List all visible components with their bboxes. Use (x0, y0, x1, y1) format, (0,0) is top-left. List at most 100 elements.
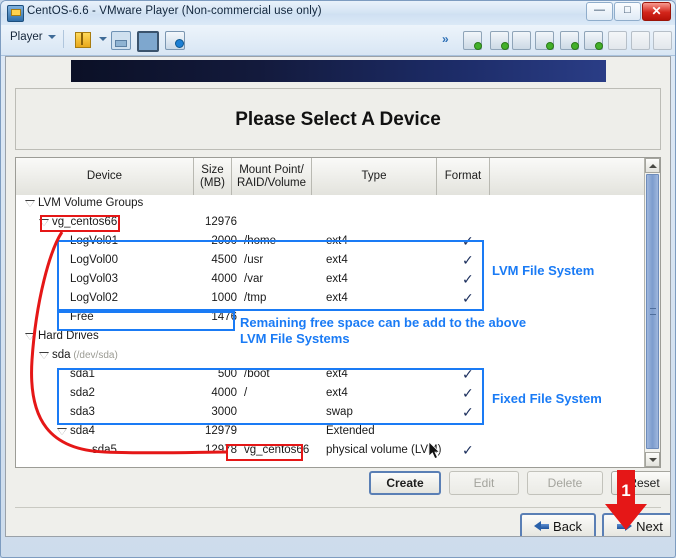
expander-triangle-icon[interactable] (38, 219, 49, 226)
removable-devices-icon[interactable] (463, 31, 482, 50)
floppy-icon[interactable] (512, 31, 531, 50)
cell-format-check-icon: ✓ (462, 366, 474, 382)
column-header-mount-line2: RAID/Volume (236, 176, 307, 189)
column-header-size[interactable]: Size (MB) (194, 158, 232, 195)
table-row[interactable]: vg_centos66 12976 (16, 214, 644, 233)
delete-button-label: Delete (547, 476, 583, 490)
step-marker-number: 1 (621, 481, 630, 500)
back-button[interactable]: Back (520, 513, 596, 536)
network-adapter-icon[interactable] (535, 31, 554, 50)
minimize-icon: — (594, 4, 605, 16)
cell-format-check-icon: ✓ (462, 442, 474, 458)
installer-header-panel: Please Select A Device (15, 88, 661, 150)
cell-device: sda5 (92, 444, 117, 456)
pause-icon[interactable] (75, 32, 91, 48)
shared-folders-icon[interactable] (631, 31, 650, 50)
window-titlebar: CentOS-6.6 - VMware Player (Non-commerci… (1, 1, 675, 26)
back-button-label: Back (553, 519, 582, 534)
create-button-label: Create (386, 476, 424, 490)
fullscreen-icon[interactable] (137, 31, 159, 52)
chevrons-right-icon[interactable]: » (442, 32, 449, 46)
table-row[interactable]: LogVol01 2000/home ext4 ✓ (16, 233, 644, 252)
expander-triangle-icon[interactable] (56, 428, 67, 435)
table-row[interactable]: sda5 12978 vg_centos66 physical volume (LVM… (16, 442, 644, 461)
cd-dvd-icon[interactable] (490, 31, 509, 50)
annotation-step-marker-1: 1 (605, 470, 647, 530)
cell-size: 4000 (211, 273, 237, 285)
cell-device: LogVol00 (70, 254, 118, 266)
toolbar-separator (63, 30, 64, 48)
printer-icon[interactable] (560, 31, 579, 50)
column-header-device-label: Device (86, 170, 123, 183)
cell-size: 12976 (205, 216, 237, 228)
cell-size: 4000 (211, 387, 237, 399)
display-icon[interactable] (608, 31, 627, 50)
cell-type: ext4 (326, 235, 348, 247)
cell-device: LogVol01 (70, 235, 118, 247)
cell-device: sda3 (70, 406, 95, 418)
cell-type: physical volume (LVM) (326, 444, 442, 456)
cell-size: 1000 (211, 292, 237, 304)
table-scrollbar[interactable] (644, 158, 660, 467)
column-header-spacer (490, 158, 664, 195)
column-header-type[interactable]: Type (312, 158, 437, 195)
usb-controller-icon[interactable] (584, 31, 603, 50)
scroll-down-button[interactable] (645, 452, 660, 467)
cell-device: LogVol03 (70, 273, 118, 285)
cell-mount-point: /usr (244, 254, 264, 266)
player-menu-button[interactable]: Player (10, 31, 56, 43)
cell-format-check-icon: ✓ (462, 404, 474, 420)
mouse-cursor (429, 442, 441, 459)
cell-size: 2000 (211, 235, 237, 247)
column-header-mount-line1: Mount Point/ (239, 164, 304, 176)
column-header-format-label: Format (444, 170, 482, 183)
annotation-free-space-note-line1: Remaining free space can be add to the a… (240, 315, 527, 330)
table-row[interactable]: LVM Volume Groups (16, 195, 644, 214)
arrow-down-icon (649, 458, 657, 462)
table-row[interactable]: sda3 3000 swap ✓ (16, 404, 644, 423)
cell-device: LVM Volume Groups (38, 197, 144, 209)
cell-type: ext4 (326, 273, 348, 285)
cell-format-check-icon: ✓ (462, 252, 474, 268)
column-header-type-label: Type (361, 170, 387, 183)
column-header-format[interactable]: Format (437, 158, 490, 195)
vmware-toolbar: Player » (1, 25, 675, 56)
scroll-up-button[interactable] (645, 158, 660, 173)
minimize-button[interactable]: — (586, 2, 613, 21)
cell-device: vg_centos66 (52, 216, 118, 228)
partition-action-buttons: Create Edit Delete Reset (15, 471, 670, 501)
close-button[interactable]: ✕ (642, 2, 671, 21)
footer-divider (15, 507, 661, 508)
page-title: Please Select A Device (235, 109, 441, 130)
expander-triangle-icon[interactable] (24, 333, 35, 340)
cell-device: sda (/dev/sda) (52, 349, 118, 361)
expander-triangle-icon[interactable] (38, 352, 49, 359)
table-row[interactable]: LogVol02 1000/tmp ext4 ✓ (16, 290, 644, 309)
table-row[interactable]: sda (/dev/sda) (16, 347, 644, 366)
table-row[interactable]: sda1 500/boot ext4 ✓ (16, 366, 644, 385)
cell-device: sda2 (70, 387, 95, 399)
cell-size: 12978 (205, 444, 237, 456)
pause-dropdown-chevron-icon[interactable] (99, 37, 107, 41)
cell-mount-point: /home (244, 235, 276, 247)
cell-device: sda1 (70, 368, 95, 380)
installer-banner (71, 60, 606, 82)
cell-type: Extended (326, 425, 375, 437)
unity-icon[interactable] (111, 31, 131, 50)
annotation-lvm-file-system: LVM File System (492, 263, 595, 278)
column-header-device[interactable]: Device (16, 158, 194, 195)
edit-button-label: Edit (473, 476, 495, 490)
arrow-up-icon (649, 164, 657, 168)
create-button[interactable]: Create (369, 471, 441, 495)
expander-triangle-icon[interactable] (24, 200, 35, 207)
device-table-header: Device Size (MB) Mount Point/ RAID/Volum… (16, 158, 644, 196)
cell-type: ext4 (326, 292, 348, 304)
column-header-mount-point[interactable]: Mount Point/ RAID/Volume (232, 158, 312, 195)
cell-format-check-icon: ✓ (462, 385, 474, 401)
send-key-icon[interactable] (653, 31, 672, 50)
maximize-button[interactable]: □ (614, 2, 641, 21)
help-icon[interactable] (165, 31, 185, 50)
window-title: CentOS-6.6 - VMware Player (Non-commerci… (27, 5, 322, 17)
scrollbar-thumb[interactable] (646, 174, 659, 449)
table-row[interactable]: sda4 12979 Extended (16, 423, 644, 442)
